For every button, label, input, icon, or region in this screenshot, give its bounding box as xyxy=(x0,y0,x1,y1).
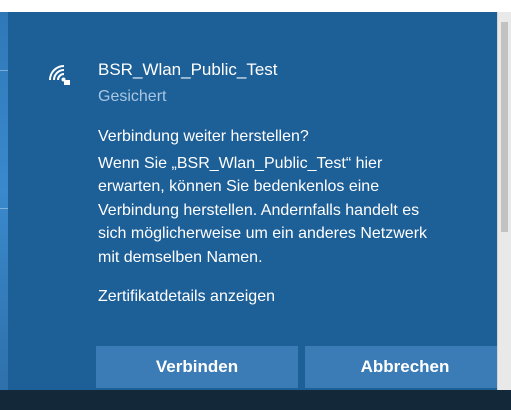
connect-button[interactable]: Verbinden xyxy=(96,346,298,388)
wallpaper-streak xyxy=(0,70,8,71)
certificate-details-link[interactable]: Zertifikatdetails anzeigen xyxy=(98,288,275,306)
cancel-button[interactable]: Abbrechen xyxy=(305,346,505,388)
explanation-line: Verbindung herstellen. Andernfalls hande… xyxy=(98,201,420,219)
explanation-line: mit demselben Namen. xyxy=(98,248,263,266)
network-connect-flyout: BSR_Wlan_Public_Test Gesichert Verbindun… xyxy=(8,12,505,390)
connect-question: Verbindung weiter herstellen? xyxy=(98,128,309,145)
explanation-line: erwarten, können Sie bedenkenlos eine xyxy=(98,178,380,196)
window-top-strip xyxy=(0,0,511,12)
network-security-status: Gesichert xyxy=(98,88,167,105)
wifi-secured-icon xyxy=(49,65,70,85)
scrollbar-thumb[interactable] xyxy=(501,22,508,232)
wallpaper-streak xyxy=(0,208,8,209)
page-scrollbar[interactable]: ⌄ xyxy=(497,12,511,410)
network-name: BSR_Wlan_Public_Test xyxy=(98,60,278,79)
taskbar-edge xyxy=(0,390,511,410)
connect-explanation: Wenn Sie „BSR_Wlan_Public_Test“ hier erw… xyxy=(98,152,498,269)
explanation-line: Wenn Sie „BSR_Wlan_Public_Test“ hier xyxy=(98,155,383,172)
desktop-background-edge xyxy=(0,12,8,410)
explanation-line: sich möglicherweise um ein anderes Netzw… xyxy=(98,225,428,243)
